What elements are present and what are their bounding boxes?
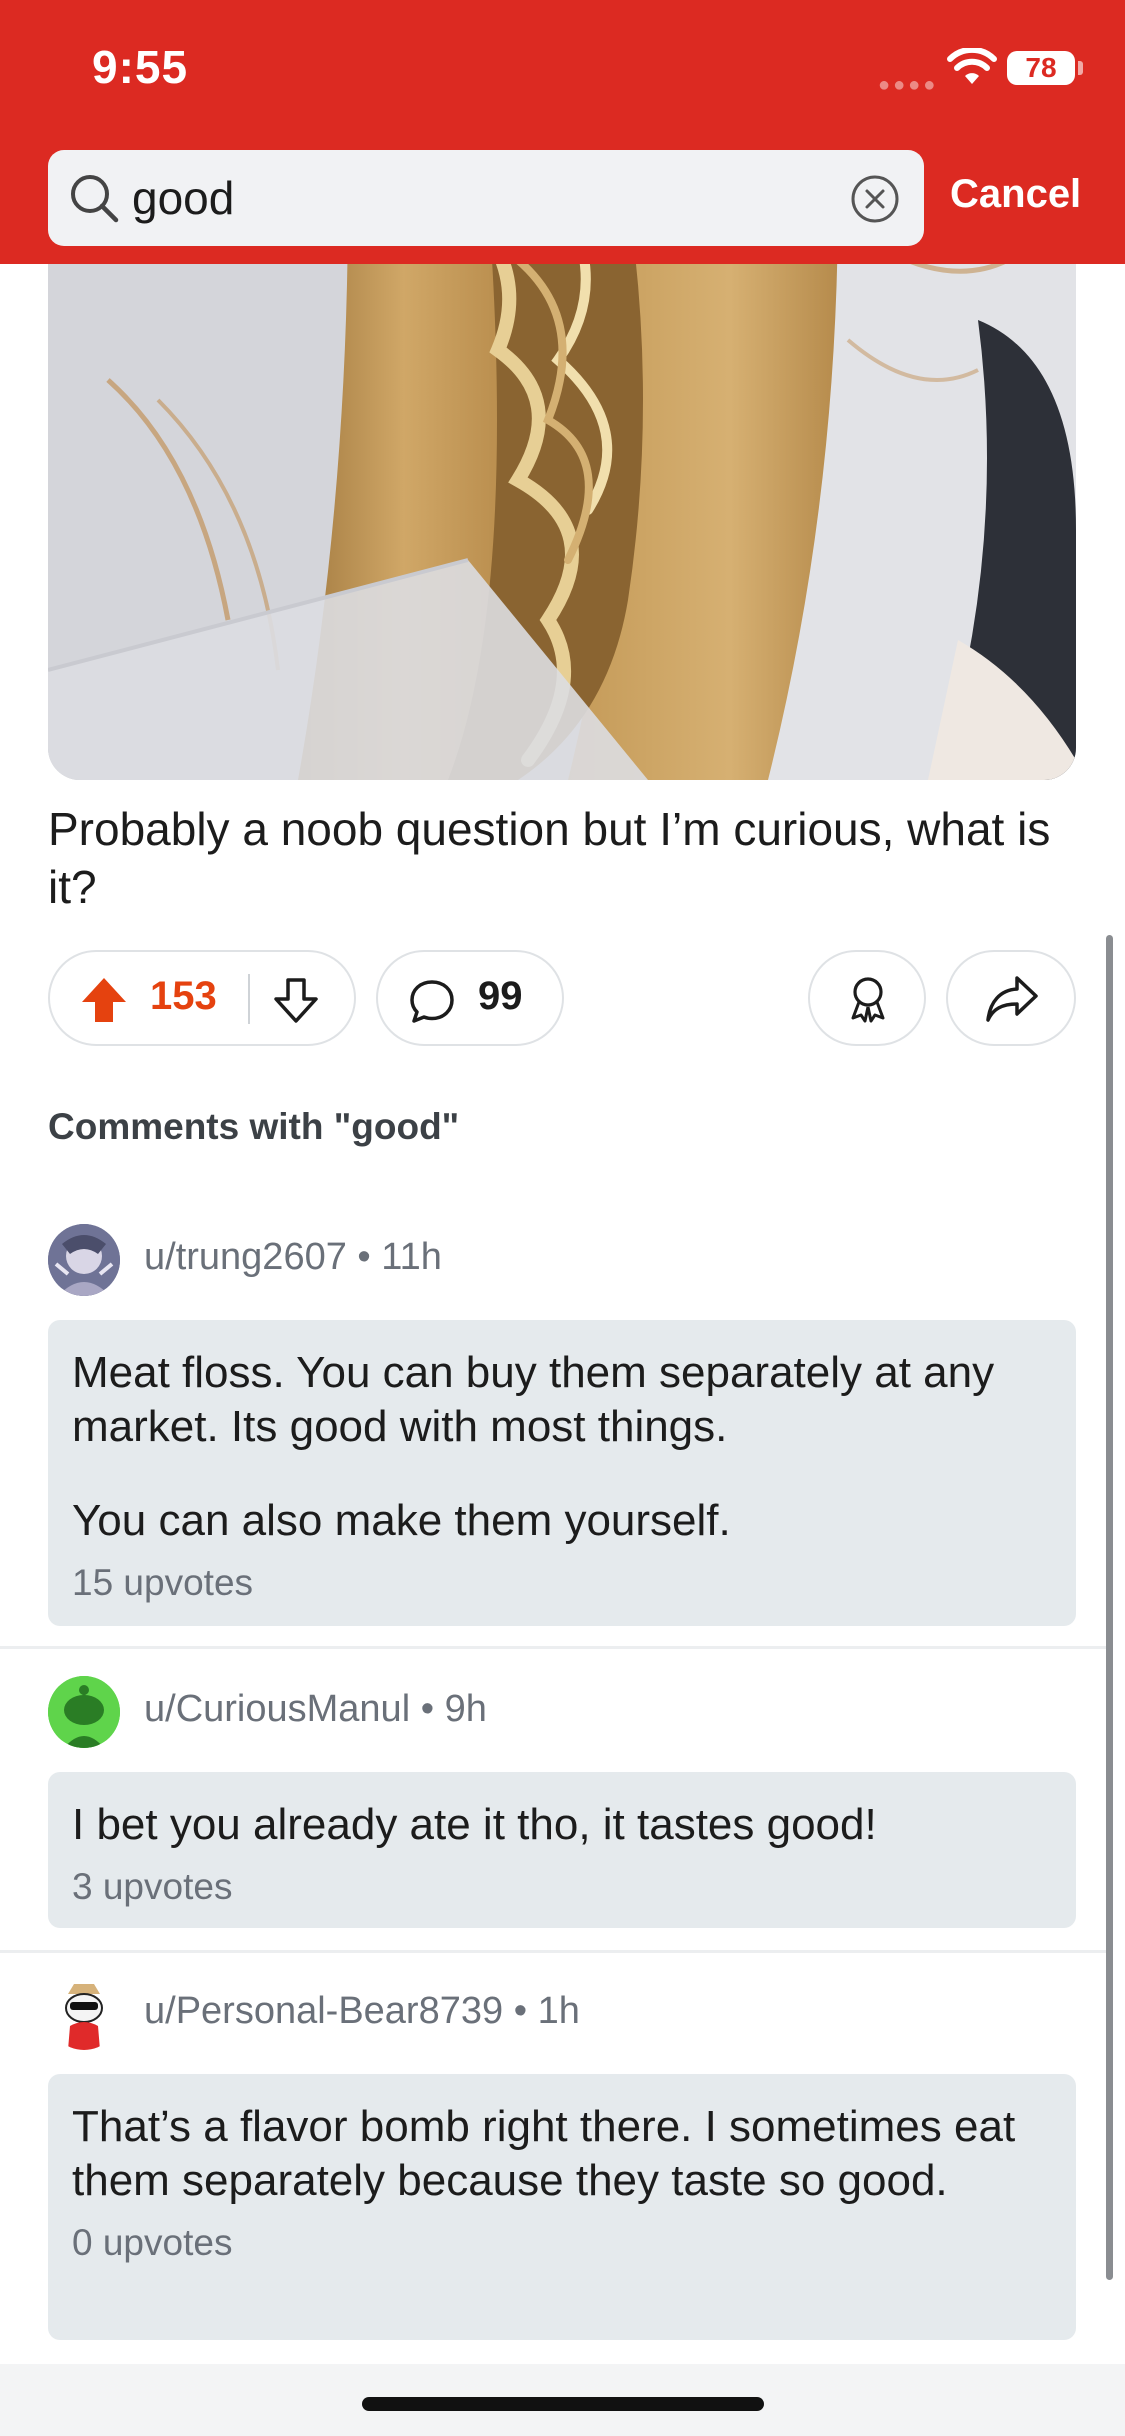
comment-age: 11h — [381, 1236, 442, 1278]
post-title[interactable]: Probably a noob question but I’m curious… — [48, 800, 1078, 916]
comment-upvotes: 15 upvotes — [72, 1562, 254, 1603]
comment-age: 9h — [444, 1688, 487, 1730]
meta-dot: • — [420, 1688, 445, 1730]
comment-text: I bet you already ate it tho, it tastes … — [72, 1800, 877, 1849]
comments-heading: Comments with "good" — [48, 1106, 460, 1147]
downvote-icon[interactable] — [272, 976, 320, 1024]
cancel-button[interactable]: Cancel — [950, 172, 1081, 217]
scrollbar[interactable] — [1106, 935, 1113, 2280]
comment-author[interactable]: u/Personal-Bear8739 — [144, 1990, 503, 2032]
vote-count: 153 — [150, 974, 217, 1018]
home-indicator[interactable] — [362, 2397, 764, 2411]
avatar[interactable] — [48, 1224, 120, 1296]
award-button[interactable] — [808, 950, 926, 1046]
post-image[interactable] — [48, 200, 1076, 780]
battery-nub — [1078, 61, 1083, 75]
wifi-icon — [947, 48, 997, 84]
signal-icon: ●●●● — [878, 74, 939, 96]
meta-dot: • — [357, 1236, 382, 1278]
comment-meta: u/CuriousManul • 9h — [144, 1688, 487, 1731]
avatar[interactable] — [48, 1676, 120, 1748]
share-button[interactable] — [946, 950, 1076, 1046]
search-box[interactable] — [48, 150, 924, 246]
comment-author[interactable]: u/CuriousManul — [144, 1688, 410, 1730]
comment-count: 99 — [478, 974, 523, 1018]
comment-age: 1h — [537, 1990, 580, 2032]
comment-bubble[interactable]: Meat floss. You can buy them separately … — [48, 1320, 1076, 1626]
battery-indicator: 78 — [1007, 51, 1075, 85]
vote-divider — [248, 974, 250, 1024]
comment-text: Meat floss. You can buy them separately … — [72, 1348, 995, 1451]
avatar-image — [48, 1676, 120, 1748]
meta-dot: • — [513, 1990, 538, 2032]
comment-separator — [0, 1646, 1110, 1649]
comment-author[interactable]: u/trung2607 — [144, 1236, 347, 1278]
share-icon — [986, 976, 1038, 1022]
comment-text: You can also make them yourself. — [72, 1496, 731, 1545]
comment-text: That’s a flavor bomb right there. I some… — [72, 2102, 1016, 2205]
comment-meta: u/Personal-Bear8739 • 1h — [144, 1990, 580, 2033]
comments-button[interactable]: 99 — [376, 950, 564, 1046]
avatar-image — [48, 1224, 120, 1296]
avatar-image — [48, 1978, 120, 2050]
comment-bubble[interactable]: That’s a flavor bomb right there. I some… — [48, 2074, 1076, 2340]
comment-bubble[interactable]: I bet you already ate it tho, it tastes … — [48, 1772, 1076, 1928]
comment-meta: u/trung2607 • 11h — [144, 1236, 442, 1279]
avatar[interactable] — [48, 1978, 120, 2050]
award-icon — [851, 977, 885, 1023]
comment-upvotes: 0 upvotes — [72, 2222, 233, 2263]
food-photo — [48, 200, 1076, 780]
search-input[interactable] — [132, 150, 832, 246]
vote-pill: 153 — [48, 950, 356, 1046]
battery-level: 78 — [1025, 52, 1057, 83]
comment-separator — [0, 1950, 1110, 1953]
upvote-icon[interactable] — [80, 976, 128, 1024]
header-bar: 9:55 ●●●● 78 Cancel — [0, 0, 1125, 264]
clear-search-icon[interactable] — [850, 174, 900, 224]
comment-bubble-icon — [410, 980, 454, 1023]
comment-upvotes: 3 upvotes — [72, 1866, 233, 1907]
status-time: 9:55 — [92, 41, 189, 93]
search-icon — [71, 175, 119, 223]
